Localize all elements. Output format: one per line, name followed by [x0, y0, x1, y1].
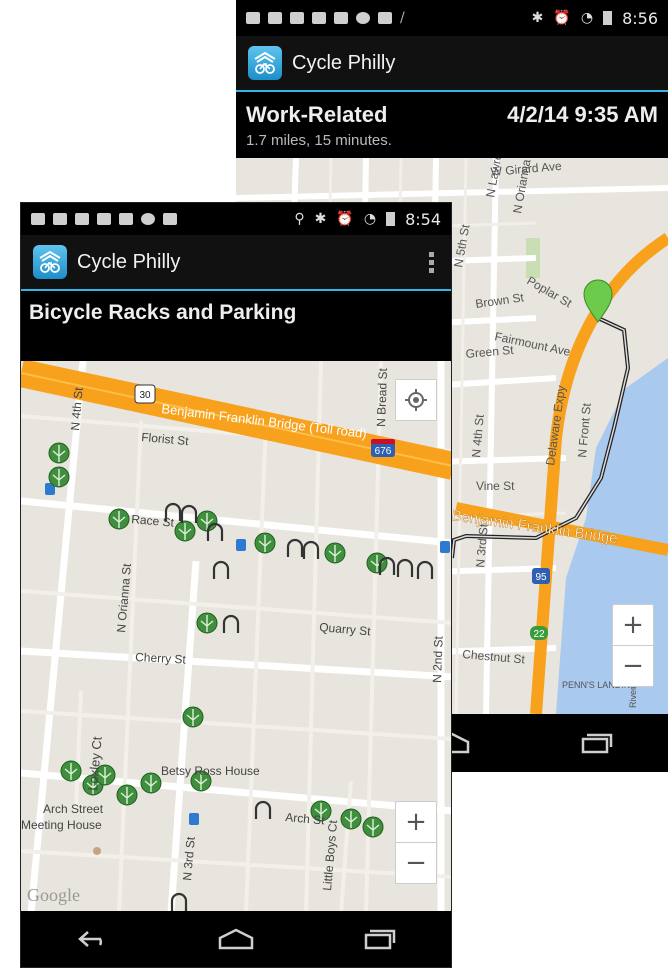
battery-icon: [386, 212, 396, 226]
notification-icon: [31, 213, 45, 225]
trip-purpose: Work-Related: [246, 102, 388, 127]
talk-icon: [312, 12, 326, 24]
zoom-in-button[interactable]: +: [396, 802, 436, 842]
gmail-icon: [290, 12, 304, 24]
notification-icon: [246, 12, 260, 24]
home-nav-button[interactable]: [216, 926, 256, 952]
status-time: 8:56: [622, 8, 658, 28]
status-bar: ⚲ ✱ ⏰ ◔ 8:54: [21, 203, 451, 235]
bike-rack-tree-icon[interactable]: [254, 532, 276, 554]
bike-racks-map-canvas: 30 676 Benjamin Franklin Bridge (Toll ro…: [21, 361, 451, 913]
chat-icon: [356, 12, 370, 24]
app-title: Cycle Philly: [77, 250, 181, 273]
bus-stop-icon: [236, 539, 246, 551]
map-label-bread: N Bread St: [374, 367, 390, 427]
bike-racks-map[interactable]: 30 676 Benjamin Franklin Bridge (Toll ro…: [21, 361, 451, 913]
app-title: Cycle Philly: [292, 51, 396, 74]
bike-rack-tree-icon[interactable]: [196, 612, 218, 634]
bike-rack-tree-icon[interactable]: [324, 542, 346, 564]
map-label-river: River: [628, 687, 638, 708]
bike-rack-tree-icon[interactable]: [196, 510, 218, 532]
back-arrow-icon: [77, 931, 102, 947]
zoom-controls: + −: [612, 604, 654, 687]
recent-apps-icon: [365, 929, 396, 950]
route-22-label: 22: [533, 629, 545, 640]
recents-nav-button[interactable]: [576, 730, 616, 756]
action-bar: Cycle Philly: [21, 235, 451, 291]
gmail-icon: [119, 213, 133, 225]
instagram-icon: [378, 12, 392, 24]
recents-nav-button[interactable]: [359, 926, 399, 952]
bike-rack-tree-icon[interactable]: [48, 466, 70, 488]
google-logo: Google: [27, 885, 80, 905]
bluetooth-icon: ✱: [531, 10, 544, 26]
bike-rack-tree-icon[interactable]: [140, 772, 162, 794]
talk-icon: [75, 213, 89, 225]
bluetooth-icon: ✱: [314, 211, 327, 227]
missed-call-icon: /: [400, 10, 405, 26]
location-icon: ⚲: [294, 211, 305, 227]
recent-apps-icon: [581, 733, 613, 754]
bike-rack-tree-icon[interactable]: [366, 552, 388, 574]
bike-rack-tree-icon[interactable]: [182, 706, 204, 728]
route-95-label: 95: [535, 572, 547, 583]
my-location-button[interactable]: [395, 379, 437, 421]
bike-rack-tree-icon[interactable]: [116, 784, 138, 806]
front-phone-screen: ⚲ ✱ ⏰ ◔ 8:54 Cycle Philly Bicycle Racks …: [20, 202, 452, 968]
overflow-menu-icon[interactable]: [429, 251, 435, 273]
status-time: 8:54: [405, 209, 441, 229]
nav-bar: [21, 911, 451, 967]
bike-rack-tree-icon[interactable]: [362, 816, 384, 838]
gmail-icon: [334, 12, 348, 24]
image-notification-icon: [53, 213, 67, 225]
wifi-icon: ◔: [580, 10, 594, 26]
image-notification-icon: [268, 12, 282, 24]
trip-header: Work-Related 4/2/14 9:35 AM 1.7 miles, 1…: [236, 92, 668, 158]
bus-stop-icon: [189, 813, 199, 825]
chat-icon: [141, 213, 155, 225]
instagram-icon: [163, 213, 177, 225]
zoom-in-button[interactable]: +: [613, 605, 653, 645]
zoom-controls: + −: [395, 801, 437, 884]
map-label-arch-meeting-1: Arch Street: [43, 802, 104, 816]
bike-rack-tree-icon[interactable]: [340, 808, 362, 830]
gmail-icon: [97, 213, 111, 225]
page-header: Bicycle Racks and Parking: [21, 291, 451, 361]
battery-icon: [603, 11, 613, 25]
route-676-label: 676: [375, 446, 392, 457]
status-bar: / ✱ ⏰ ◔ 8:56: [236, 0, 668, 36]
back-nav-button[interactable]: [73, 926, 113, 952]
map-label-cherry: Cherry St: [135, 650, 187, 667]
alarm-icon: ⏰: [553, 10, 571, 26]
bike-rack-tree-icon[interactable]: [174, 520, 196, 542]
bike-rack-tree-icon[interactable]: [60, 760, 82, 782]
landmark-icon: [93, 847, 101, 855]
trip-datetime: 4/2/14 9:35 AM: [507, 102, 658, 127]
page-title: Bicycle Racks and Parking: [29, 301, 297, 324]
cycle-philly-logo-icon: [33, 245, 67, 279]
zoom-out-button[interactable]: −: [396, 842, 436, 883]
action-bar: Cycle Philly: [236, 36, 668, 92]
crosshair-icon: [405, 389, 427, 411]
cycle-philly-logo-icon: [248, 46, 282, 80]
home-icon: [218, 928, 254, 950]
route-30-label: 30: [139, 390, 151, 401]
bus-stop-icon: [440, 541, 450, 553]
zoom-out-button[interactable]: −: [613, 645, 653, 686]
map-label-betsy: Betsy Ross House: [161, 764, 260, 778]
map-label-arch-meeting-2: Meeting House: [21, 818, 102, 832]
wifi-icon: ◔: [363, 211, 377, 227]
alarm-icon: ⏰: [336, 211, 354, 227]
map-label-second: N 2nd St: [430, 635, 446, 683]
trip-summary: 1.7 miles, 15 minutes.: [246, 132, 392, 149]
bike-rack-tree-icon[interactable]: [108, 508, 130, 530]
bike-rack-tree-icon[interactable]: [48, 442, 70, 464]
map-label-vine: Vine St: [476, 479, 515, 493]
